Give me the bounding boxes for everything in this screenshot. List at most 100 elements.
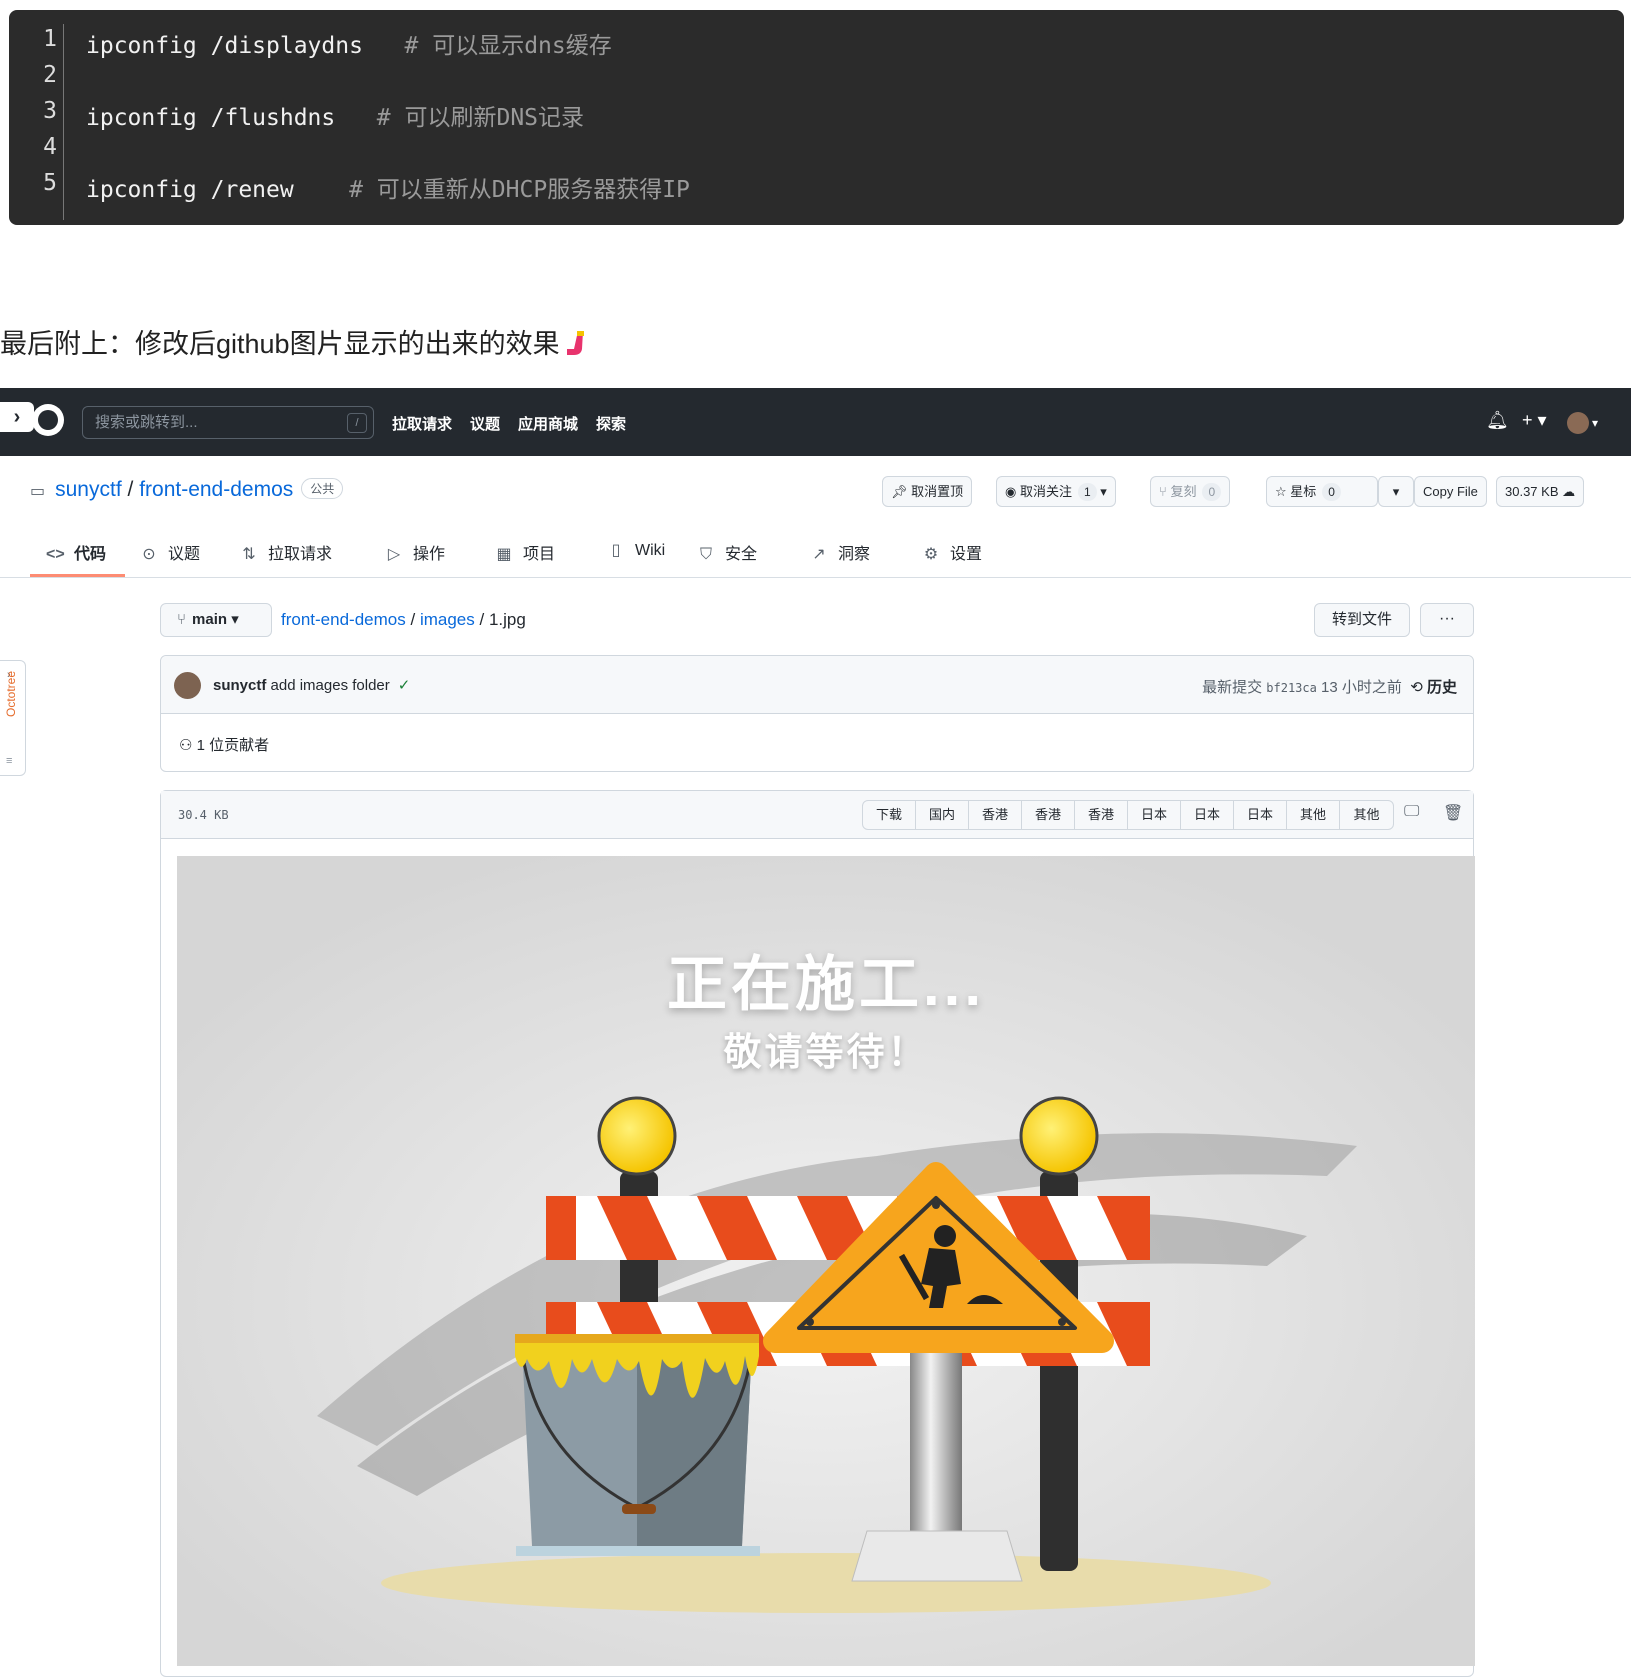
search-input[interactable]: 搜索或跳转到... / [82,406,374,439]
code-line: ipconfig /flushdns # 可以刷新DNS记录 [86,98,584,132]
check-icon: ✓ [397,677,411,694]
code-block: 1 ipconfig /displaydns # 可以显示dns缓存 2 3 i… [9,10,1624,225]
commit-time: 13 小时之前 [1321,679,1402,696]
history-link[interactable]: 历史 [1427,679,1457,696]
octotree-label: Octotree [4,670,18,717]
line-number: 2 [43,62,57,88]
grip-icon: ≡ [6,755,13,767]
desktop-icon[interactable]: 🖵︎ [1404,803,1419,821]
line-number: 1 [43,26,57,52]
code-command: ipconfig /displaydns [86,33,363,59]
tab-security[interactable]: ⛉ 安全 [697,540,757,564]
more-options-button[interactable]: ··· [1420,603,1474,637]
tab-projects[interactable]: ▦ 项目 [495,540,555,564]
tab-label: 项目 [523,546,556,563]
mirror-hk-button[interactable]: 香港 [969,801,1022,829]
terminal-icon[interactable]: › [0,402,34,432]
repo-size: 30.37 KB [1505,484,1559,499]
mirror-other-button[interactable]: 其他 [1287,801,1340,829]
plus-dropdown-icon[interactable]: + ▾ [1522,410,1547,431]
image-subtitle: 敬请等待！ [723,1032,929,1074]
branch-selector[interactable]: ⑂ main ▾ [160,603,272,637]
tab-label: 操作 [413,546,446,563]
tab-actions[interactable]: ▷ 操作 [385,540,445,564]
repo-tabs: <> 代码 ⊙ 议题 ⇅ 拉取请求 ▷ 操作 ▦ 项目 ▯ Wiki ⛉ 安全 ↗ 洞察 ⚙ 设置 [0,538,1631,578]
code-gap [335,105,377,131]
table-icon: ▦ [496,546,512,563]
avatar[interactable] [1567,412,1589,434]
search-placeholder: 搜索或跳转到... [95,414,198,431]
avatar[interactable] [174,672,201,699]
chevron-down-icon[interactable]: ▾ [1592,416,1598,430]
thumbs-emoji-icon [564,329,586,357]
mirror-jp-button[interactable]: 日本 [1128,801,1181,829]
mirror-hk-button[interactable]: 香港 [1075,801,1128,829]
file-viewer: 30.4 KB 下载 国内 香港 香港 香港 日本 日本 日本 其他 其他 🖵︎… [160,790,1475,1677]
gutter-divider [63,24,64,220]
repo-owner-link[interactable]: sunyctf [55,478,122,501]
gear-icon: ⚙ [923,546,939,563]
mirror-other-button[interactable]: 其他 [1340,801,1393,829]
download-button-group: 下载 国内 香港 香港 香港 日本 日本 日本 其他 其他 [862,800,1394,830]
tab-code[interactable]: <> 代码 [46,540,106,564]
github-screenshot: › 搜索或跳转到... / 拉取请求 议题 应用商城 探索 🔔︎ + ▾ ▾ ▭ s… [0,388,1631,1677]
breadcrumb-folder-link[interactable]: images [420,610,475,629]
unpin-label: 取消置顶 [911,484,964,499]
breadcrumb-file: 1.jpg [488,610,526,629]
nav-link-explore[interactable]: 探索 [596,413,626,434]
contributors[interactable]: ⚇ 1 位贡献者 [179,734,269,755]
pin-icon: 📌︎ [891,484,908,499]
trash-icon[interactable]: 🗑︎ [1443,803,1463,823]
tab-label: Wiki [635,542,666,559]
star-label: 星标 [1290,484,1317,499]
mirror-domestic-button[interactable]: 国内 [916,801,969,829]
code-gap [363,33,405,59]
latest-commit-label: 最新提交 [1202,679,1263,696]
code-comment: # 可以重新从DHCP服务器获得IP [349,177,690,203]
unwatch-label: 取消关注 [1019,484,1072,499]
history-icon: ⟲ [1410,679,1423,696]
code-command: ipconfig /flushdns [86,105,336,131]
go-to-file-button[interactable]: 转到文件 [1314,603,1410,637]
nav-link-marketplace[interactable]: 应用商城 [518,413,578,434]
contributors-label: 1 位贡献者 [196,737,270,754]
copy-file-button[interactable]: Copy File [1414,476,1487,507]
visibility-badge: 公共 [301,478,344,499]
breadcrumb-separator: / [479,610,485,629]
unwatch-button[interactable]: ◉ 取消关注 1 ▾ [996,476,1116,507]
mirror-hk-button[interactable]: 香港 [1022,801,1075,829]
tab-wiki[interactable]: ▯ Wiki [607,540,666,560]
unpin-button[interactable]: 📌︎ 取消置顶 [882,476,973,507]
repo-size-button[interactable]: 30.37 KB ☁ [1496,476,1585,507]
fork-button[interactable]: ⑂ 复刻 0 [1150,476,1231,507]
watch-count: 1 [1077,483,1097,501]
bell-icon[interactable]: 🔔︎ [1486,410,1509,431]
tab-insights[interactable]: ↗ 洞察 [810,540,870,564]
nav-link-pulls[interactable]: 拉取请求 [392,413,452,434]
tab-issues[interactable]: ⊙ 议题 [140,540,200,564]
octotree-sidebar-toggle[interactable]: › Octotree ≡ [0,660,26,776]
mirror-jp-button[interactable]: 日本 [1234,801,1287,829]
repo-name-link[interactable]: front-end-demos [139,478,293,501]
tab-pull-requests[interactable]: ⇅ 拉取请求 [240,540,332,564]
pull-request-icon: ⇅ [242,546,256,563]
star-dropdown-button[interactable]: ▾ [1378,476,1414,507]
commit-author[interactable]: sunyctf [213,677,266,694]
line-number: 3 [43,98,57,124]
tab-label: 安全 [725,546,758,563]
eye-icon: ◉ [1005,484,1017,499]
repo-title: ▭ sunyctf / front-end-demos 公共 [30,478,344,502]
nav-link-issues[interactable]: 议题 [470,413,500,434]
repo-separator: / [127,478,134,501]
github-logo-icon[interactable] [32,404,64,436]
issue-icon: ⊙ [142,546,156,563]
code-icon: <> [46,546,65,563]
star-button[interactable]: ☆ 星标 0 [1266,476,1378,507]
code-comment: # 可以刷新DNS记录 [376,105,585,131]
download-button[interactable]: 下载 [863,801,916,829]
breadcrumb-repo-link[interactable]: front-end-demos [281,610,406,629]
commit-sha[interactable]: bf213ca [1266,681,1317,695]
mirror-jp-button[interactable]: 日本 [1181,801,1234,829]
tab-settings[interactable]: ⚙ 设置 [922,540,982,564]
commit-text[interactable]: add images folder [271,677,390,694]
